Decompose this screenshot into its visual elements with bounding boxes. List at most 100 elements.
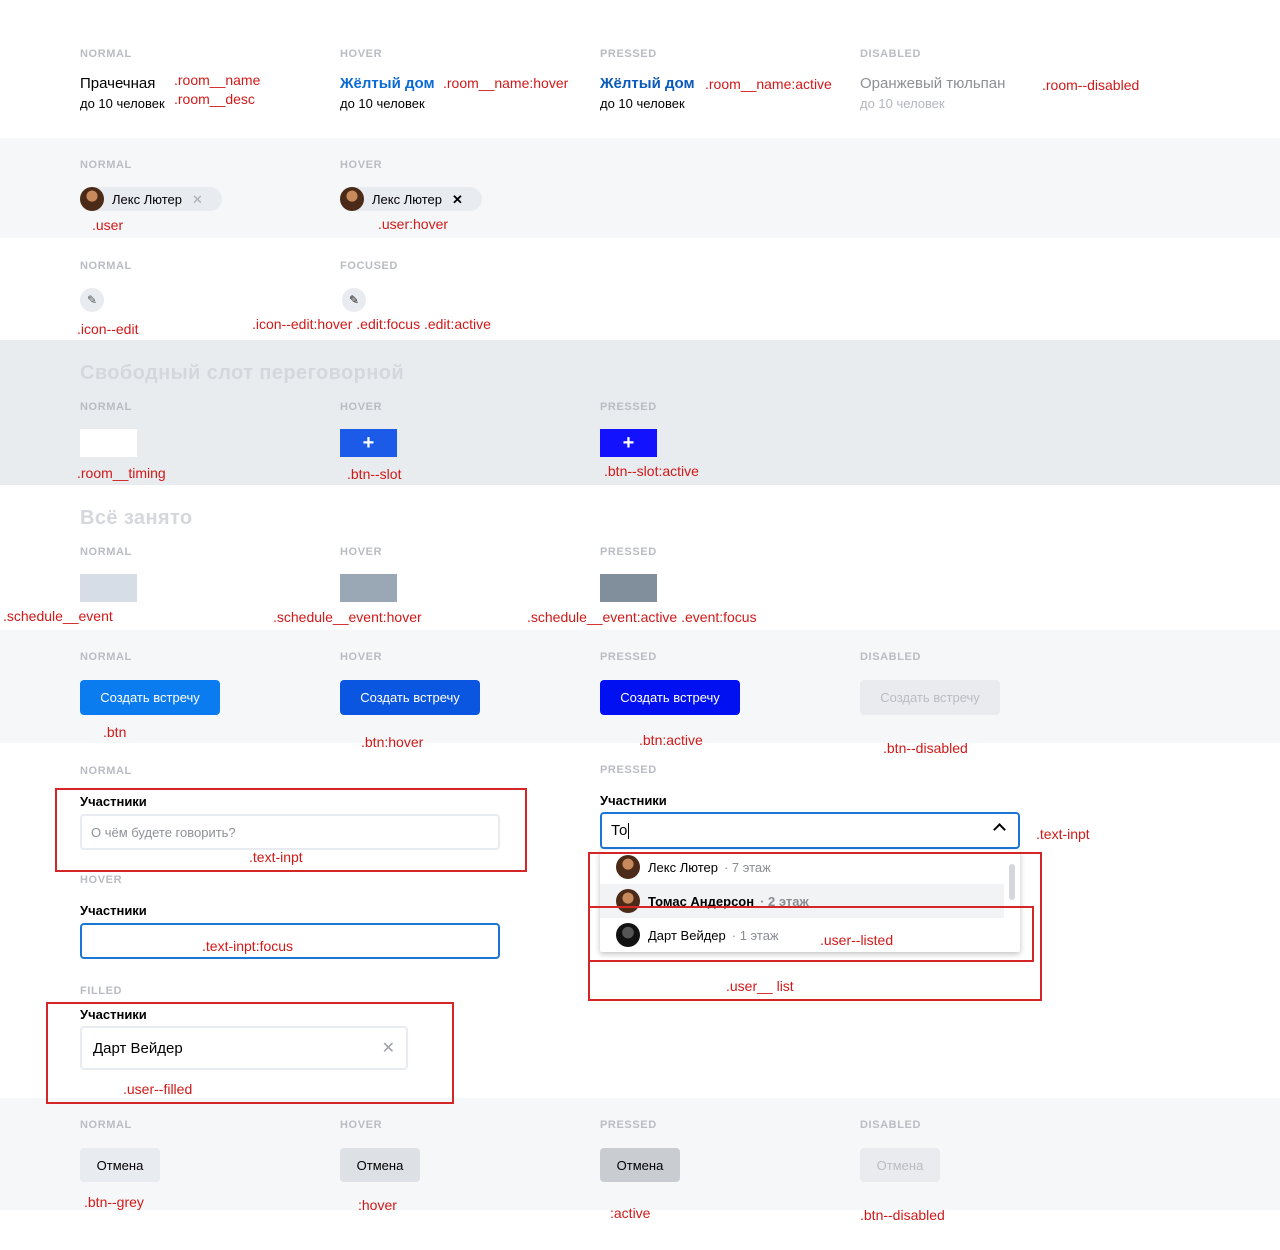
state-label: NORMAL [80, 401, 132, 413]
field-label: Участники [80, 794, 147, 809]
schedule-event-pressed[interactable] [600, 574, 657, 602]
note-schedule-event: .schedule__event [3, 608, 113, 624]
state-label: PRESSED [600, 1119, 657, 1131]
note-btn: .btn [103, 724, 127, 740]
note-room-active: .room__name:active [705, 76, 832, 92]
create-meeting-button-pressed[interactable]: Создать встречу [600, 680, 740, 715]
note-btn-slot: .btn--slot [347, 466, 402, 482]
user-chip[interactable]: Лекс Лютер ✕ [80, 187, 222, 211]
note-room-disabled: .room--disabled [1042, 77, 1140, 93]
room-name-active[interactable]: Жёлтый дом [600, 75, 695, 92]
clear-icon[interactable]: ✕ [382, 1038, 395, 1058]
state-label: FOCUSED [340, 260, 398, 272]
avatar [80, 187, 104, 211]
note-text-inpt-focus: .text-inpt:focus [202, 938, 294, 954]
state-label: HOVER [340, 651, 383, 663]
room-desc-disabled: до 10 человек [860, 96, 945, 111]
note-icon-edit-focused: .icon--edit:hover .edit:focus .edit:acti… [252, 316, 491, 332]
room-desc: до 10 человек [600, 96, 685, 111]
state-label: NORMAL [80, 159, 132, 171]
create-meeting-button-hover[interactable]: Создать встречу [340, 680, 480, 715]
slot-button-pressed[interactable]: + [600, 429, 657, 457]
close-icon[interactable]: ✕ [192, 193, 203, 206]
note-user-listed: .user--listed [820, 932, 894, 948]
section-title-busy: Всё занято [80, 507, 193, 529]
state-label: PRESSED [600, 764, 657, 776]
note-room-timing: .room__timing [77, 465, 166, 481]
note-cancel-active: :active [610, 1205, 651, 1221]
filled-value: Дарт Вейдер [93, 1039, 183, 1057]
note-icon-edit: .icon--edit [77, 321, 139, 337]
state-label: PRESSED [600, 546, 657, 558]
note-room-desc: .room__desc [174, 91, 255, 107]
state-label: HOVER [80, 874, 123, 886]
state-label: HOVER [340, 401, 383, 413]
room-name[interactable]: Прачечная [80, 75, 155, 92]
cancel-button-hover[interactable]: Отмена [340, 1148, 420, 1182]
cancel-button[interactable]: Отмена [80, 1148, 160, 1182]
room-desc: до 10 человек [340, 96, 425, 111]
note-room-hover: .room__name:hover [443, 75, 569, 91]
note-user-filled: .user--filled [123, 1081, 193, 1097]
state-label: DISABLED [860, 48, 922, 60]
avatar [340, 187, 364, 211]
annotation-box [588, 906, 1034, 962]
note-user-list: .user__ list [726, 978, 794, 994]
note-cancel-disabled: .btn--disabled [860, 1207, 945, 1223]
room-timing-slot[interactable] [80, 429, 137, 457]
state-label: NORMAL [80, 1119, 132, 1131]
field-label: Участники [80, 903, 147, 918]
user-chip-hover[interactable]: Лекс Лютер ✕ [340, 187, 482, 211]
state-label: PRESSED [600, 401, 657, 413]
note-btn-active: .btn:active [639, 732, 703, 748]
state-label: NORMAL [80, 651, 132, 663]
field-label: Участники [80, 1007, 147, 1022]
state-label: NORMAL [80, 765, 132, 777]
note-user-hover: .user:hover [378, 216, 449, 232]
state-label: HOVER [340, 1119, 383, 1131]
create-meeting-button[interactable]: Создать встречу [80, 680, 220, 715]
note-schedule-event-hover: .schedule__event:hover [273, 609, 422, 625]
note-btn-disabled: .btn--disabled [883, 740, 968, 756]
user-chip-name: Лекс Лютер [372, 191, 442, 207]
note-user: .user [92, 217, 124, 233]
note-room-name: .room__name [174, 72, 261, 88]
state-label: NORMAL [80, 48, 132, 60]
participants-input-filled[interactable]: Дарт Вейдер ✕ [80, 1026, 408, 1070]
room-name-hover[interactable]: Жёлтый дом [340, 75, 435, 92]
note-btn-grey: .btn--grey [84, 1194, 144, 1210]
text-caret [628, 822, 630, 839]
note-cancel-hover: :hover [358, 1197, 397, 1213]
note-schedule-event-active: .schedule__event:active .event:focus [527, 609, 757, 625]
section-title-slot: Свободный слот переговорной [80, 362, 405, 384]
note-btn-hover: .btn:hover [361, 734, 424, 750]
state-label: NORMAL [80, 260, 132, 272]
create-meeting-button-disabled: Создать встречу [860, 680, 1000, 715]
chevron-up-icon[interactable] [993, 823, 1006, 836]
input-placeholder: О чём будете говорить? [91, 824, 236, 840]
edit-icon-focused[interactable]: ✎ [342, 288, 366, 312]
schedule-event[interactable] [80, 574, 137, 602]
plus-icon: + [622, 431, 635, 454]
typed-value: То [611, 822, 628, 839]
participants-input-pressed[interactable]: То [600, 812, 1020, 849]
participants-input[interactable]: О чём будете говорить? [80, 814, 500, 850]
schedule-event-hover[interactable] [340, 574, 397, 602]
state-label: DISABLED [860, 1119, 922, 1131]
room-name-disabled: Оранжевый тюльпан [860, 75, 1006, 92]
cancel-button-disabled: Отмена [860, 1148, 940, 1182]
edit-icon[interactable]: ✎ [80, 288, 104, 312]
user-chip-name: Лекс Лютер [112, 191, 182, 207]
state-label: HOVER [340, 546, 383, 558]
state-label: PRESSED [600, 48, 657, 60]
state-label: HOVER [340, 159, 383, 171]
cancel-button-pressed[interactable]: Отмена [600, 1148, 680, 1182]
note-btn-slot-active: .btn--slot:active [604, 463, 699, 479]
state-label: PRESSED [600, 651, 657, 663]
note-text-inpt: .text-inpt [249, 849, 303, 865]
close-icon[interactable]: ✕ [452, 193, 463, 206]
slot-button-hover[interactable]: + [340, 429, 397, 457]
state-label: NORMAL [80, 546, 132, 558]
state-label: FILLED [80, 985, 123, 997]
note-text-inpt-pressed: .text-inpt [1036, 826, 1090, 842]
